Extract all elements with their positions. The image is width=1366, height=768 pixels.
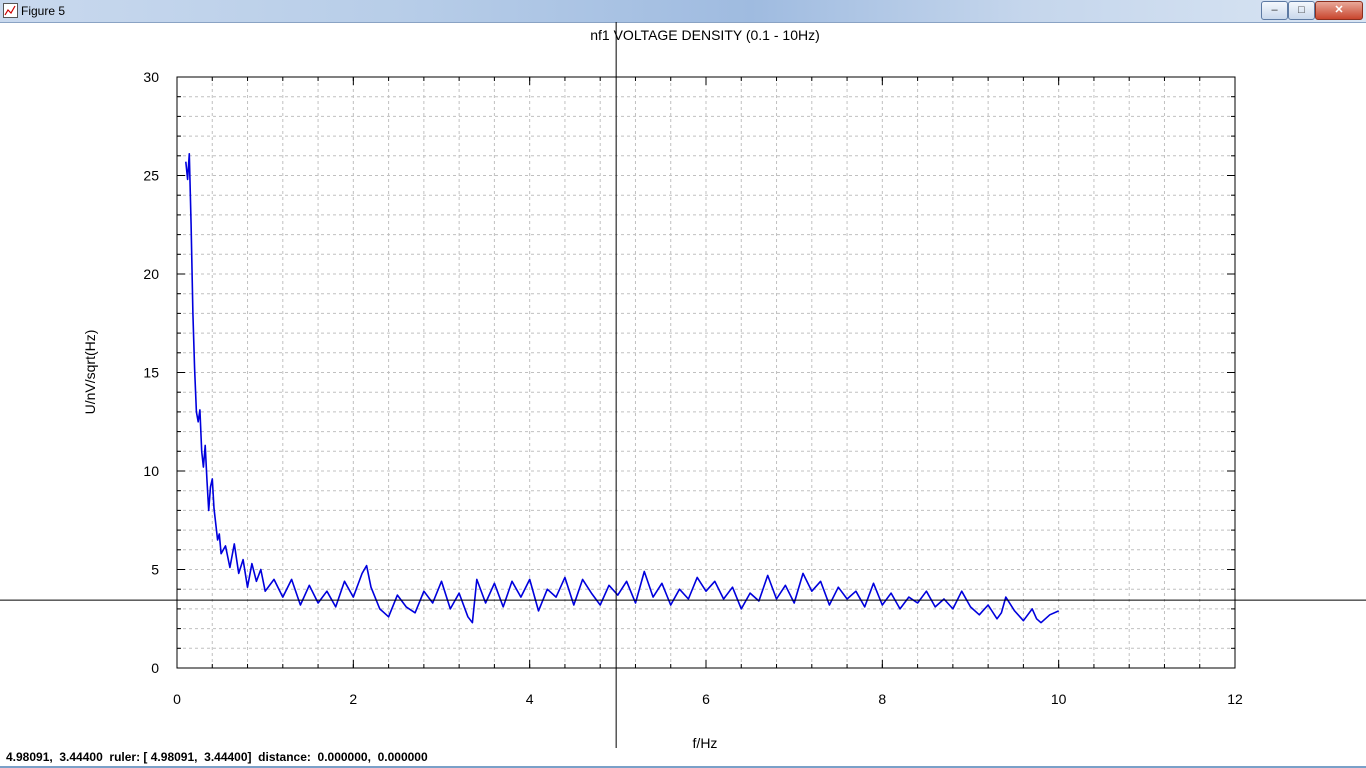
y-tick-label: 30 (143, 69, 159, 85)
x-tick-label: 12 (1227, 691, 1243, 707)
window-title: Figure 5 (21, 4, 66, 18)
plot-canvas[interactable]: 0 2 4 6 8 10 12 0 5 10 15 20 25 30 nf1 VOLTAGE DENSIT… (0, 22, 1366, 748)
x-tick-label: 4 (526, 691, 534, 707)
x-tick-label: 10 (1051, 691, 1067, 707)
y-tick-label: 10 (143, 463, 159, 479)
x-axis-label: f/Hz (693, 735, 718, 748)
y-tick-label: 20 (143, 266, 159, 282)
x-tick-label: 2 (349, 691, 357, 707)
y-axis-label: U/nV/sqrt(Hz) (82, 330, 98, 415)
y-tick-label: 25 (143, 168, 159, 184)
y-tick-label: 15 (143, 365, 159, 381)
cursor-readout: 4.98091, 3.44400 ruler: [ 4.98091, 3.444… (6, 750, 428, 764)
x-tick-label: 8 (878, 691, 886, 707)
x-tick-label: 6 (702, 691, 710, 707)
minimize-button[interactable]: – (1261, 1, 1288, 20)
close-button[interactable]: ✕ (1315, 1, 1363, 20)
maximize-button[interactable]: □ (1288, 1, 1315, 20)
y-tick-label: 5 (151, 562, 159, 578)
chart-title: nf1 VOLTAGE DENSITY (0.1 - 10Hz) (590, 27, 820, 43)
x-tick-label: 0 (173, 691, 181, 707)
y-tick-label: 0 (151, 660, 159, 676)
series-line (185, 153, 1060, 624)
window-titlebar: Figure 5 – □ ✕ (0, 0, 1366, 23)
grid (177, 77, 1235, 668)
figure-icon (3, 3, 18, 18)
status-bar: 4.98091, 3.44400 ruler: [ 4.98091, 3.444… (0, 748, 1366, 768)
tick-labels: 0 2 4 6 8 10 12 0 5 10 15 20 25 30 (143, 69, 1243, 707)
